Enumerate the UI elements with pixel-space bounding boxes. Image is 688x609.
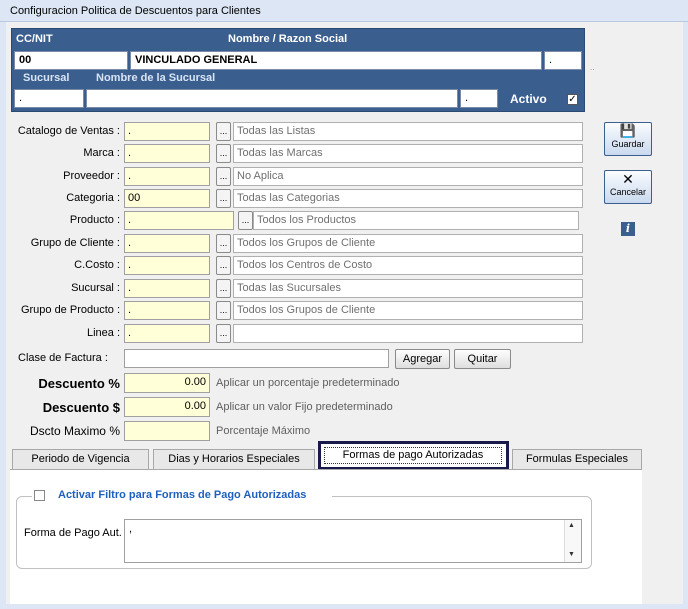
- cc-nit-input[interactable]: 00: [14, 51, 128, 70]
- lookup-button[interactable]: ...: [216, 189, 231, 208]
- lookup-button[interactable]: ...: [216, 324, 231, 343]
- quitar-button[interactable]: Quitar: [454, 349, 511, 369]
- field-code-input[interactable]: .: [124, 301, 210, 320]
- tab-periodo-vigencia[interactable]: Periodo de Vigencia: [12, 449, 149, 469]
- guardar-button[interactable]: 💾 Guardar: [604, 122, 652, 156]
- descuento-valor-input[interactable]: 0.00: [124, 397, 210, 417]
- close-icon: ✕: [622, 171, 634, 187]
- dscto-maximo-note: Porcentaje Máximo: [216, 425, 311, 437]
- field-label: Marca :: [83, 147, 120, 159]
- field-description: Todos los Centros de Costo: [233, 256, 583, 275]
- field-description: No Aplica: [233, 167, 583, 186]
- field-description: [233, 324, 583, 343]
- cancelar-button[interactable]: ✕ Cancelar: [604, 170, 652, 204]
- field-label: Grupo de Cliente :: [30, 237, 120, 249]
- field-label: Sucursal :: [71, 282, 120, 294]
- field-label: Producto :: [69, 214, 120, 226]
- guardar-label: Guardar: [611, 139, 645, 149]
- descuento-valor-note: Aplicar un valor Fijo predeterminado: [216, 401, 393, 413]
- nombre-sucursal-input[interactable]: [86, 89, 458, 108]
- field-code-input[interactable]: .: [124, 167, 210, 186]
- ellipsis-mark: ..: [590, 63, 595, 72]
- tab-dias-horarios[interactable]: Dias y Horarios Especiales: [153, 449, 315, 469]
- lookup-button[interactable]: ...: [216, 256, 231, 275]
- field-label: C.Costo :: [74, 259, 120, 271]
- lookup-button[interactable]: ...: [216, 301, 231, 320]
- cancelar-label: Cancelar: [609, 187, 647, 197]
- nombre-extra-input[interactable]: .: [544, 51, 582, 70]
- forma-pago-label: Forma de Pago Aut.: [24, 527, 122, 539]
- lookup-button[interactable]: ...: [216, 144, 231, 163]
- scroll-down-icon[interactable]: ▼: [568, 551, 575, 558]
- nombre-input[interactable]: VINCULADO GENERAL: [130, 51, 542, 70]
- agregar-button[interactable]: Agregar: [395, 349, 450, 369]
- filtro-checkbox[interactable]: [34, 490, 45, 501]
- field-description: Todos los Grupos de Cliente: [233, 234, 583, 253]
- field-code-input[interactable]: .: [124, 279, 210, 298]
- dscto-maximo-label: Dscto Maximo %: [29, 424, 120, 438]
- field-code-input[interactable]: .: [124, 211, 234, 230]
- field-code-input[interactable]: 00: [124, 189, 210, 208]
- clase-factura-input[interactable]: [124, 349, 389, 368]
- activo-label: Activo: [510, 92, 547, 106]
- sucursal-extra-input[interactable]: .: [460, 89, 498, 108]
- field-label: Catalogo de Ventas :: [17, 125, 120, 137]
- field-description: Todas las Categorias: [233, 189, 583, 208]
- descuento-pct-note: Aplicar un porcentaje predeterminado: [216, 377, 400, 389]
- cc-nit-label: CC/NIT: [16, 33, 53, 45]
- field-label: Proveedor :: [63, 170, 120, 182]
- field-description: Todos los Productos: [253, 211, 579, 230]
- field-description: Todas las Marcas: [233, 144, 583, 163]
- descuento-pct-input[interactable]: 0.00: [124, 373, 210, 393]
- field-code-input[interactable]: .: [124, 256, 210, 275]
- forma-pago-value: ,: [129, 523, 133, 535]
- window-titlebar: Configuracion Politica de Descuentos par…: [0, 0, 688, 22]
- dscto-maximo-input[interactable]: [124, 421, 210, 441]
- clase-factura-label: Clase de Factura :: [18, 352, 108, 364]
- filtro-label: Activar Filtro para Formas de Pago Autor…: [58, 489, 307, 501]
- window-frame-right: [683, 22, 688, 609]
- lookup-button[interactable]: ...: [216, 279, 231, 298]
- window-frame-bottom: [0, 604, 688, 609]
- field-description: Todos los Grupos de Cliente: [233, 301, 583, 320]
- sucursal-label: Sucursal: [23, 72, 70, 84]
- field-description: Todas las Listas: [233, 122, 583, 141]
- forma-pago-textarea[interactable]: ,: [124, 519, 582, 563]
- descuento-valor-label: Descuento $: [42, 400, 120, 415]
- window-title: Configuracion Politica de Descuentos par…: [10, 5, 261, 17]
- nombre-razon-label: Nombre / Razon Social: [228, 33, 348, 45]
- tab-formulas-especiales[interactable]: Formulas Especiales: [512, 449, 642, 469]
- field-code-input[interactable]: .: [124, 234, 210, 253]
- field-description: Todas las Sucursales: [233, 279, 583, 298]
- lookup-button[interactable]: ...: [216, 167, 231, 186]
- field-label: Categoria :: [66, 192, 120, 204]
- tab-formas-pago[interactable]: Formas de pago Autorizadas: [324, 447, 502, 464]
- lookup-button[interactable]: ...: [216, 234, 231, 253]
- nombre-sucursal-label: Nombre de la Sucursal: [96, 72, 216, 84]
- field-label: Linea :: [86, 327, 120, 339]
- info-icon[interactable]: i: [621, 222, 635, 236]
- lookup-button[interactable]: ...: [238, 211, 253, 230]
- sucursal-input[interactable]: .: [14, 89, 84, 108]
- field-label: Grupo de Producto :: [20, 304, 120, 316]
- field-code-input[interactable]: .: [124, 122, 210, 141]
- lookup-button[interactable]: ...: [216, 122, 231, 141]
- descuento-pct-label: Descuento %: [38, 376, 120, 391]
- scroll-up-icon[interactable]: ▲: [568, 522, 575, 529]
- activo-checkbox[interactable]: ✓: [567, 94, 578, 105]
- save-icon: 💾: [619, 123, 637, 138]
- field-code-input[interactable]: .: [124, 144, 210, 163]
- field-code-input[interactable]: .: [124, 324, 210, 343]
